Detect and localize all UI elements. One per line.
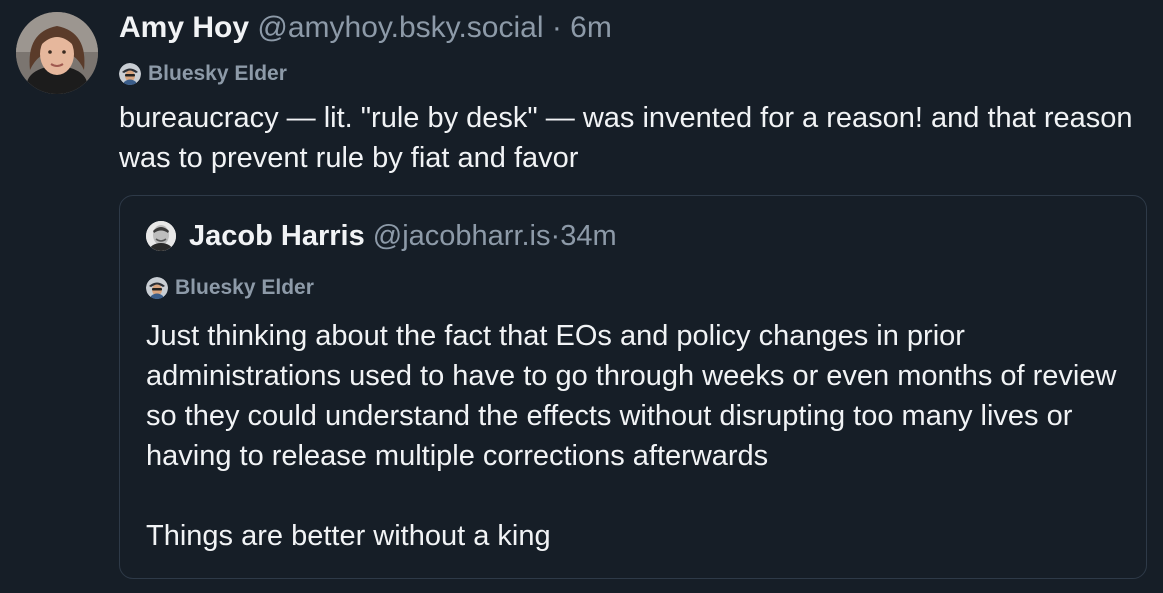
post[interactable]: Amy Hoy @amyhoy.bsky.social · 6m Bluesky…: [0, 0, 1163, 593]
avatar-photo-icon: [146, 221, 176, 251]
quote-author-badge: Bluesky Elder: [146, 276, 314, 300]
quote-badge-label: Bluesky Elder: [175, 276, 314, 299]
author-badge: Bluesky Elder: [119, 62, 287, 86]
author-handle[interactable]: @amyhoy.bsky.social: [257, 11, 543, 44]
quote-timestamp[interactable]: 34m: [560, 218, 616, 254]
elder-badge-icon: [146, 277, 168, 299]
post-timestamp[interactable]: 6m: [570, 11, 612, 44]
quote-text: Just thinking about the fact that EOs an…: [146, 316, 1136, 556]
author-display-name[interactable]: Amy Hoy: [119, 11, 249, 44]
quote-paragraph: Things are better without a king: [146, 520, 551, 552]
quote-author-avatar[interactable]: [146, 221, 176, 251]
elder-badge-icon: [119, 63, 141, 85]
post-header: Amy Hoy @amyhoy.bsky.social · 6m: [119, 10, 612, 46]
author-avatar[interactable]: [16, 12, 98, 94]
separator-dot: ·: [543, 11, 571, 44]
quote-paragraph: Just thinking about the fact that EOs an…: [146, 320, 1117, 472]
quoted-post[interactable]: Jacob Harris @jacobharr.is · 34m Bluesky…: [119, 195, 1147, 579]
quote-author-handle[interactable]: @jacobharr.is: [373, 218, 551, 254]
quote-author-display-name[interactable]: Jacob Harris: [189, 218, 365, 254]
separator-dot: ·: [550, 220, 561, 252]
quote-header: Jacob Harris @jacobharr.is · 34m: [146, 218, 617, 254]
avatar-photo-icon: [16, 12, 98, 94]
badge-label: Bluesky Elder: [148, 62, 287, 85]
post-text: bureaucracy — lit. "rule by desk" — was …: [119, 102, 1133, 174]
